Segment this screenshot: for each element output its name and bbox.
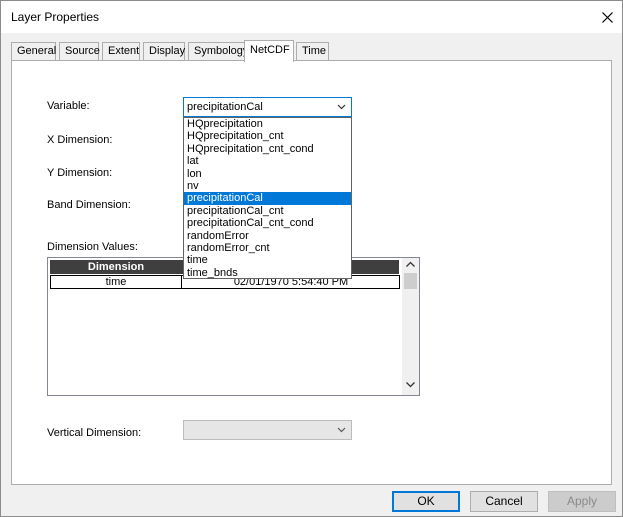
scroll-up-icon[interactable] <box>405 260 416 269</box>
dimension-column-header: Dimension <box>87 261 145 273</box>
scroll-down-icon[interactable] <box>405 380 416 389</box>
band-dimension-label: Band Dimension: <box>47 199 131 211</box>
close-button[interactable] <box>592 1 622 33</box>
ok-button[interactable]: OK <box>392 491 460 512</box>
chevron-down-icon <box>337 104 346 110</box>
chevron-down-icon <box>337 427 346 433</box>
list-item-selected[interactable]: precipitationCal <box>184 192 351 205</box>
tab-netcdf[interactable]: NetCDF <box>244 40 294 62</box>
tab-display[interactable]: Display <box>143 42 185 61</box>
list-item[interactable]: randomError_cnt <box>184 242 351 254</box>
list-item[interactable]: time_bnds <box>184 267 351 279</box>
dimension-values-label: Dimension Values: <box>47 241 138 253</box>
variable-select[interactable]: precipitationCal <box>183 97 352 117</box>
vertical-dimension-label: Vertical Dimension: <box>47 427 142 439</box>
list-item[interactable]: lon <box>184 168 351 180</box>
title-bar: Layer Properties <box>1 1 622 33</box>
list-item[interactable]: HQprecipitation_cnt <box>184 130 351 142</box>
x-dimension-label: X Dimension: <box>47 134 113 146</box>
close-icon <box>601 11 613 23</box>
list-item[interactable]: HQprecipitation <box>184 118 351 130</box>
layer-properties-dialog: Layer Properties General Source Extent D… <box>0 0 623 517</box>
list-item[interactable]: nv <box>184 180 351 192</box>
grid-scrollbar[interactable] <box>402 258 419 395</box>
variable-dropdown-list: HQprecipitation HQprecipitation_cnt HQpr… <box>183 117 352 279</box>
list-item[interactable]: precipitationCal_cnt_cond <box>184 217 351 229</box>
cancel-button[interactable]: Cancel <box>470 491 538 512</box>
vertical-dimension-select[interactable] <box>183 420 352 440</box>
list-item[interactable]: HQprecipitation_cnt_cond <box>184 143 351 155</box>
scrollbar-thumb[interactable] <box>404 273 417 289</box>
list-item[interactable]: randomError <box>184 230 351 242</box>
dimension-cell: time <box>51 276 182 288</box>
tab-symbology[interactable]: Symbology <box>188 42 248 61</box>
y-dimension-label: Y Dimension: <box>47 167 113 179</box>
tab-time[interactable]: Time <box>296 42 329 61</box>
list-item[interactable]: lat <box>184 155 351 167</box>
dialog-title: Layer Properties <box>11 10 100 24</box>
variable-label: Variable: <box>47 100 90 112</box>
tab-general[interactable]: General <box>11 42 56 61</box>
tab-source[interactable]: Source <box>59 42 100 61</box>
apply-button[interactable]: Apply <box>548 491 616 512</box>
list-item[interactable]: time <box>184 254 351 266</box>
list-item[interactable]: precipitationCal_cnt <box>184 205 351 217</box>
variable-select-value: precipitationCal <box>187 101 263 113</box>
tab-extent[interactable]: Extent <box>102 42 140 61</box>
